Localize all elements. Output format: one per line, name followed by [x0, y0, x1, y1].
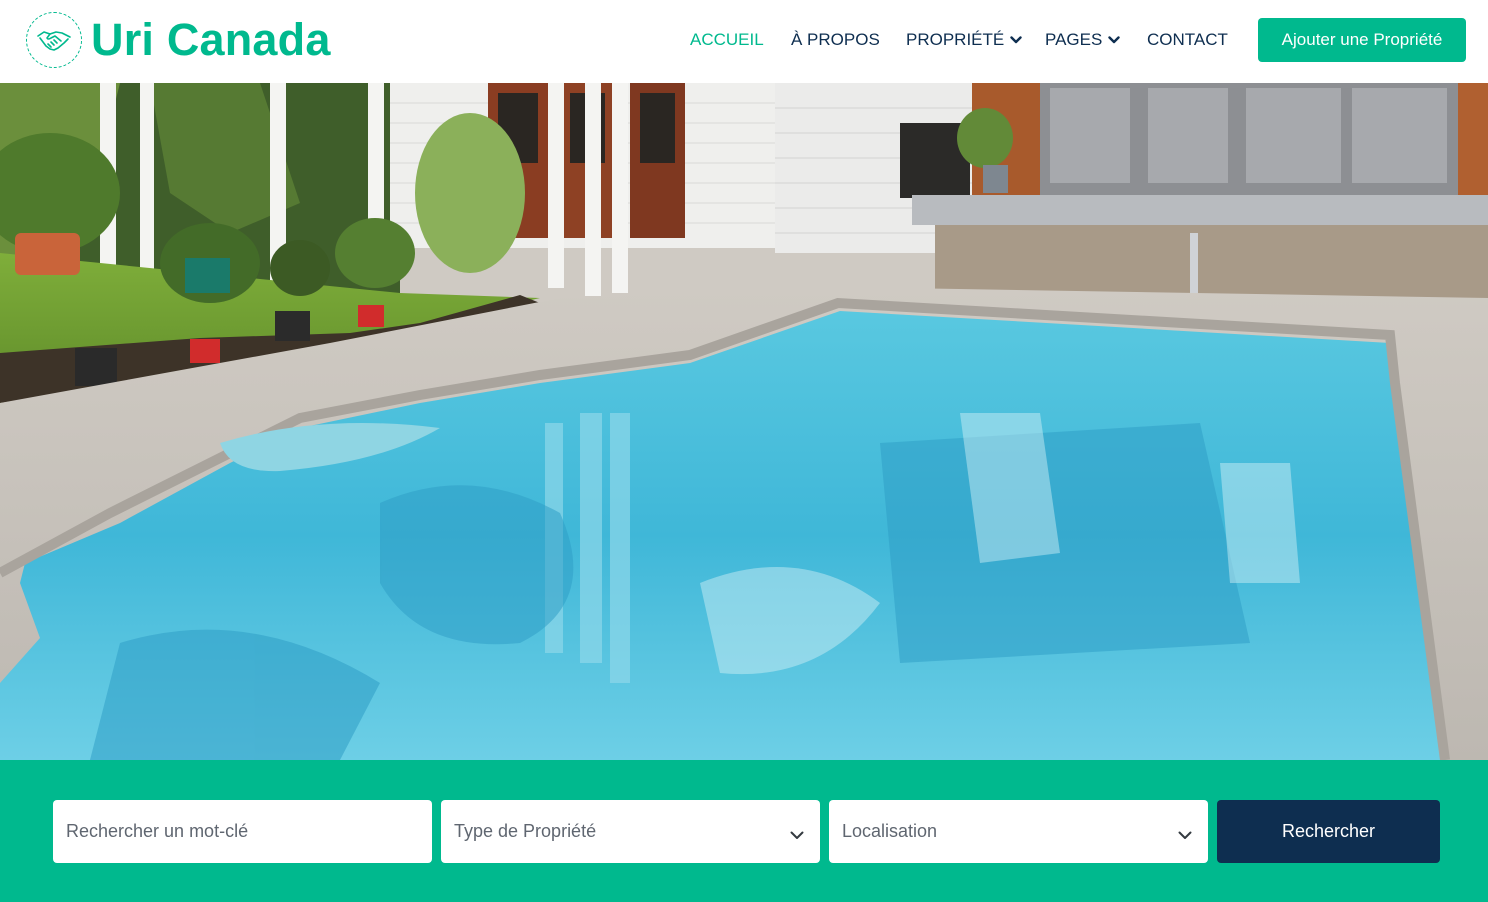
brand-logo-link[interactable]: Uri Canada: [26, 12, 331, 68]
nav-item-pages[interactable]: PAGES: [1045, 0, 1121, 79]
chevron-down-icon: [790, 824, 804, 845]
nav-label: CONTACT: [1147, 29, 1228, 49]
search-button[interactable]: Rechercher: [1217, 800, 1440, 863]
handshake-icon: [26, 12, 82, 68]
nav-item-propriete[interactable]: PROPRIÉTÉ: [906, 0, 1022, 79]
nav-item-contact[interactable]: CONTACT: [1147, 0, 1228, 79]
nav-item-a-propos[interactable]: À PROPOS: [791, 0, 880, 79]
property-type-select[interactable]: Type de Propriété: [441, 800, 820, 863]
chevron-down-icon: [1178, 824, 1192, 845]
property-search-bar: Rechercher un mot-clé Type de Propriété …: [0, 760, 1488, 902]
property-type-value: Type de Propriété: [454, 821, 597, 841]
chevron-down-icon: [1108, 35, 1121, 44]
brand-name: Uri Canada: [91, 14, 331, 65]
pool-house-photo: [0, 83, 1488, 760]
chevron-down-icon: [1010, 35, 1022, 44]
nav-item-accueil[interactable]: ACCUEIL: [690, 0, 764, 79]
location-select[interactable]: Localisation: [829, 800, 1208, 863]
add-property-button[interactable]: Ajouter une Propriété: [1258, 18, 1466, 62]
site-header: Uri Canada ACCUEIL À PROPOS PROPRIÉTÉ PA…: [0, 0, 1488, 83]
nav-label: À PROPOS: [791, 29, 880, 49]
nav-label: PROPRIÉTÉ: [906, 29, 1005, 49]
nav-label: PAGES: [1045, 29, 1103, 49]
keyword-search-input[interactable]: Rechercher un mot-clé: [53, 800, 432, 863]
nav-label: ACCUEIL: [690, 29, 764, 49]
hero-image: [0, 83, 1488, 760]
location-value: Localisation: [842, 821, 938, 841]
